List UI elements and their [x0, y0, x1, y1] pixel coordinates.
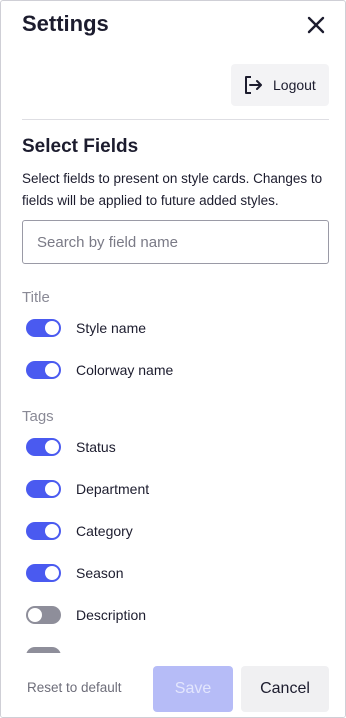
- logout-label: Logout: [273, 77, 316, 93]
- field-label: Description: [76, 607, 147, 623]
- group-label-title: Title: [22, 289, 50, 306]
- toggle-switch[interactable]: [26, 564, 61, 582]
- field-label: Style name: [76, 320, 147, 336]
- toggle-switch[interactable]: [26, 480, 61, 498]
- field-row-department[interactable]: Department: [26, 477, 149, 501]
- toggle-knob: [45, 321, 59, 335]
- field-row-colorway-name[interactable]: Colorway name: [26, 358, 173, 382]
- toggle-switch[interactable]: [26, 522, 61, 540]
- field-label: Status: [76, 439, 116, 455]
- group-label-tags: Tags: [22, 408, 54, 425]
- field-row-description[interactable]: Description: [26, 603, 146, 627]
- field-label: Department: [76, 481, 150, 497]
- panel-title: Settings: [22, 11, 109, 36]
- field-row-category[interactable]: Category: [26, 519, 133, 543]
- close-button[interactable]: [303, 12, 329, 38]
- section-description: Select fields to present on style cards.…: [22, 171, 323, 208]
- section-title: Select Fields: [22, 136, 139, 157]
- toggle-switch[interactable]: [26, 606, 61, 624]
- toggle-switch[interactable]: [26, 361, 61, 379]
- field-row-status[interactable]: Status: [26, 435, 116, 459]
- toggle-knob: [45, 566, 59, 580]
- toggle-knob: [45, 524, 59, 538]
- toggle-knob: [45, 482, 59, 496]
- search-input[interactable]: [22, 220, 329, 264]
- field-label: Category: [76, 523, 133, 539]
- settings-panel: Settings Logout Select Fields Select fie…: [0, 0, 346, 718]
- field-label: Colorway name: [76, 362, 174, 378]
- reset-to-default-link[interactable]: Reset to default: [27, 680, 122, 695]
- close-icon: [307, 16, 325, 34]
- field-label: Season: [76, 565, 124, 581]
- panel-header: Settings: [1, 1, 345, 51]
- panel-footer: Reset to default Save Cancel: [1, 653, 345, 717]
- field-row-season[interactable]: Season: [26, 561, 123, 585]
- toggle-knob: [45, 363, 59, 377]
- toggle-knob: [45, 440, 59, 454]
- toggle-knob: [28, 608, 42, 622]
- divider: [22, 119, 329, 120]
- save-button[interactable]: Save: [153, 666, 233, 712]
- cancel-button[interactable]: Cancel: [241, 666, 329, 712]
- logout-button[interactable]: Logout: [231, 64, 329, 106]
- logout-icon: [245, 76, 262, 94]
- toggle-switch[interactable]: [26, 319, 61, 337]
- field-row-style-name[interactable]: Style name: [26, 316, 146, 340]
- toggle-switch[interactable]: [26, 438, 61, 456]
